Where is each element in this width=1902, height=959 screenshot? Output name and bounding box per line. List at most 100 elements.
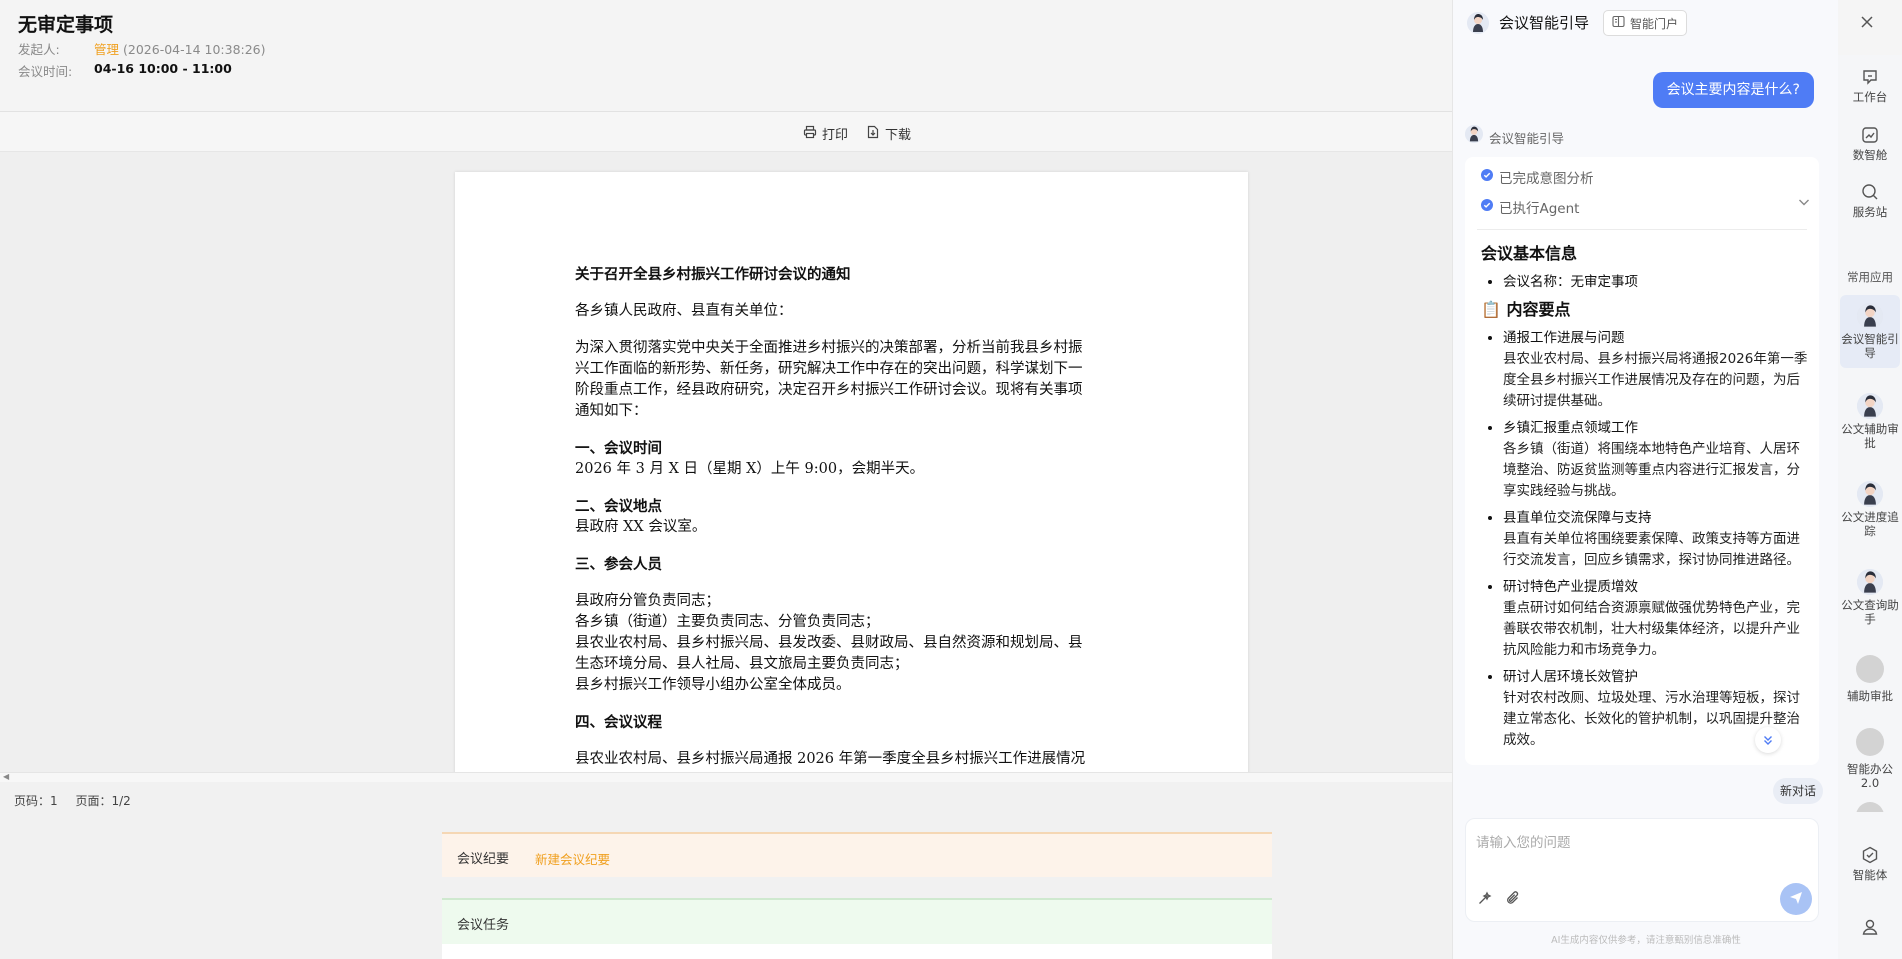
portal-label: 智能门户: [1630, 16, 1679, 31]
service-station-icon: [1838, 182, 1902, 202]
agent-status[interactable]: 已执行Agent: [1481, 197, 1811, 217]
download-icon: [866, 125, 880, 143]
scroll-left-icon[interactable]: ◀: [3, 772, 9, 781]
rail-app-doc-tracking[interactable]: 公文进度追踪: [1838, 481, 1902, 538]
list-item: 研讨特色产业提质增效 重点研讨如何结合资源禀赋做强优势特色产业，完善联农带农机制…: [1503, 577, 1813, 661]
section-heading: 二、会议地点: [575, 498, 662, 515]
app-avatar-icon: [1857, 303, 1883, 329]
smart-portal-button[interactable]: 智能门户: [1603, 10, 1688, 36]
section-body: 2026 年 3 月 X 日（星期 X）上午 9:00，会期半天。: [575, 461, 925, 477]
rail-label: 智能体: [1852, 868, 1888, 882]
page-title: 无审定事项: [18, 14, 114, 36]
rail-label: 辅助审批: [1847, 689, 1893, 703]
point-desc: 县直有关单位将围绕要素保障、政策支持等方面进行交流发言，回应乡镇需求，探讨协同推…: [1503, 531, 1800, 568]
rail-section-label: 常用应用: [1847, 270, 1893, 284]
user-icon: [1838, 917, 1902, 937]
portal-icon: [1612, 15, 1625, 31]
rail-app-smart-office[interactable]: 智能办公2.0: [1838, 728, 1902, 790]
point-title: 研讨特色产业提质增效: [1503, 579, 1638, 595]
check-circle-icon: [1481, 169, 1493, 185]
ai-disclaimer: AI生成内容仅供参考，请注意甄别信息准确性: [1551, 935, 1741, 946]
document-title: 关于召开全县乡村振兴工作研讨会议的通知: [575, 266, 851, 283]
attachment-icon[interactable]: [1505, 890, 1521, 910]
question-input-box[interactable]: 请输入您的问题: [1465, 818, 1819, 922]
assistant-avatar: [1467, 12, 1489, 34]
attendee-line: 县乡村振兴工作领导小组办公室全体成员。: [575, 677, 851, 693]
app-avatar-icon: [1857, 393, 1883, 419]
magic-wand-icon[interactable]: [1477, 890, 1493, 910]
list-item: 乡镇汇报重点领域工作 各乡镇（街道）将围绕本地特色产业培育、人居环境整治、防返贫…: [1503, 418, 1813, 502]
document-page: 关于召开全县乡村振兴工作研讨会议的通知 各乡镇人民政府、县直有关单位： 为深入贯…: [455, 172, 1248, 772]
send-icon: [1788, 889, 1804, 909]
bot-avatar: [1465, 125, 1483, 143]
point-desc: 各乡镇（街道）将围绕本地特色产业培育、人居环境整治、防返贫监测等重点内容进行汇报…: [1503, 441, 1800, 499]
print-button[interactable]: 打印: [803, 124, 848, 143]
meeting-time-value: 04-16 10:00 - 11:00: [94, 61, 232, 76]
basic-info-list: 会议名称：无审定事项: [1481, 272, 1813, 293]
rail-label: 数智舱: [1852, 148, 1888, 162]
scroll-to-bottom-button[interactable]: [1755, 727, 1781, 753]
download-label: 下载: [885, 128, 912, 143]
point-title: 县直单位交流保障与支持: [1503, 510, 1652, 526]
point-title: 乡镇汇报重点领域工作: [1503, 420, 1638, 436]
section-attendees: 县政府分管负责同志； 各乡镇（街道）主要负责同志、分管负责同志； 县农业农村局、…: [575, 591, 1125, 696]
initiator-name-link[interactable]: 管理: [94, 42, 119, 57]
point-desc: 重点研讨如何结合资源禀赋做强优势特色产业，完善联农带农机制，壮大村级集体经济，以…: [1503, 600, 1800, 658]
intro-line: 阶段重点工作，经县政府研究，决定召开乡村振兴工作研讨会议。现将有关事项: [575, 382, 1083, 398]
send-button[interactable]: [1780, 883, 1812, 915]
rail-app-doc-review[interactable]: 公文辅助审批: [1838, 393, 1902, 450]
intro-line: 为深入贯彻落实党中央关于全面推进乡村振兴的决策部署，分析当前我县乡村振: [575, 340, 1083, 356]
initiator-time: (2026-04-14 10:38:26): [123, 42, 266, 57]
rail-item-service-station[interactable]: 服务站: [1838, 182, 1902, 219]
rail-item-data-cabin[interactable]: 数智舱: [1838, 125, 1902, 162]
list-item: 通报工作进展与问题 县农业农村局、县乡村振兴局将通报2026年第一季度全县乡村振…: [1503, 328, 1813, 412]
answer-body: 会议基本信息 会议名称：无审定事项 📋 内容要点 通报工作进展与问题 县农业农村…: [1481, 243, 1813, 757]
key-points-heading: 📋 内容要点: [1481, 299, 1813, 320]
app-avatar-icon: [1857, 569, 1883, 595]
document-viewer[interactable]: 关于召开全县乡村振兴工作研讨会议的通知 各乡镇人民政府、县直有关单位： 为深入贯…: [0, 152, 1452, 772]
key-points-list: 通报工作进展与问题 县农业农村局、县乡村振兴局将通报2026年第一季度全县乡村振…: [1481, 328, 1813, 751]
meeting-time-row: 会议时间: 04-16 10:00 - 11:00: [18, 61, 232, 80]
rail-item-workbench[interactable]: 工作台: [1838, 67, 1902, 104]
user-message-bubble: 会议主要内容是什么?: [1652, 72, 1814, 108]
chevron-down-icon[interactable]: [1797, 195, 1811, 213]
initiator-row: 发起人: 管理 (2026-04-14 10:38:26): [18, 39, 266, 58]
answer-card[interactable]: 已完成意图分析 已执行Agent 会议基本信息 会议名称：无审定事项 📋 内容要…: [1465, 157, 1819, 765]
check-circle-icon: [1481, 199, 1493, 215]
attendee-line: 县农业农村局、县乡村振兴局、县发改委、县财政局、县自然资源和规划局、县: [575, 635, 1083, 651]
basic-info-heading: 会议基本信息: [1481, 244, 1578, 263]
meeting-time-label: 会议时间:: [18, 64, 73, 79]
document-salutation: 各乡镇人民政府、县直有关单位：: [575, 303, 793, 319]
horizontal-scrollbar[interactable]: ◀: [0, 772, 1452, 782]
attendee-line: 县政府分管负责同志；: [575, 593, 720, 609]
workbench-icon: [1838, 67, 1902, 87]
close-button[interactable]: [1854, 10, 1880, 36]
new-chat-button[interactable]: 新对话: [1773, 778, 1824, 804]
rail-label: 公文辅助审批: [1841, 422, 1899, 450]
close-icon: [1860, 14, 1874, 33]
right-rail: 工作台 数智舱 服务站 常用应用 会议智能引导 公文辅助审批 公文进度追踪 公文…: [1838, 55, 1902, 959]
rail-app-meeting-guide[interactable]: 会议智能引导: [1840, 295, 1900, 368]
rail-label: 工作台: [1852, 90, 1888, 104]
rail-app-assist-approval[interactable]: 辅助审批: [1838, 655, 1902, 703]
rail-app-more[interactable]: [1838, 802, 1902, 812]
assistant-panel: 会议智能引导 智能门户 会议主要内容是什么? 会议智能引导 已完成意图分析 已执…: [1452, 0, 1838, 959]
agenda-line: 县农业农村局、县乡村振兴局通报 2026 年第一季度全县乡村振兴工作进展情况: [575, 749, 1125, 770]
intent-status: 已完成意图分析: [1481, 167, 1594, 187]
intro-line: 兴工作面临的新形势、新任务，研究解决工作中存在的突出问题，科学谋划下一: [575, 361, 1083, 377]
download-button[interactable]: 下载: [866, 124, 911, 143]
list-item: 会议名称：无审定事项: [1503, 272, 1813, 293]
app-placeholder-icon: [1856, 728, 1884, 756]
app-placeholder-icon: [1856, 655, 1884, 683]
page-count: 页面：1/2: [75, 794, 131, 808]
user-profile-button[interactable]: [1838, 917, 1902, 940]
section-body: 县政府 XX 会议室。: [575, 519, 707, 535]
new-minutes-link[interactable]: 新建会议纪要: [535, 849, 610, 868]
agenda-text: 县农业农村局、县乡村振兴局通报 2026 年第一季度全县乡村振兴工作进展情况: [575, 751, 1086, 767]
rail-app-doc-query[interactable]: 公文查询助手: [1838, 569, 1902, 626]
minutes-card: 会议纪要 新建会议纪要: [442, 832, 1272, 877]
rail-item-agent[interactable]: 智能体: [1838, 845, 1902, 882]
page-info: 页码：1 页面：1/2: [14, 792, 145, 809]
question-input[interactable]: 请输入您的问题: [1476, 831, 1571, 851]
bot-name: 会议智能引导: [1489, 131, 1565, 146]
